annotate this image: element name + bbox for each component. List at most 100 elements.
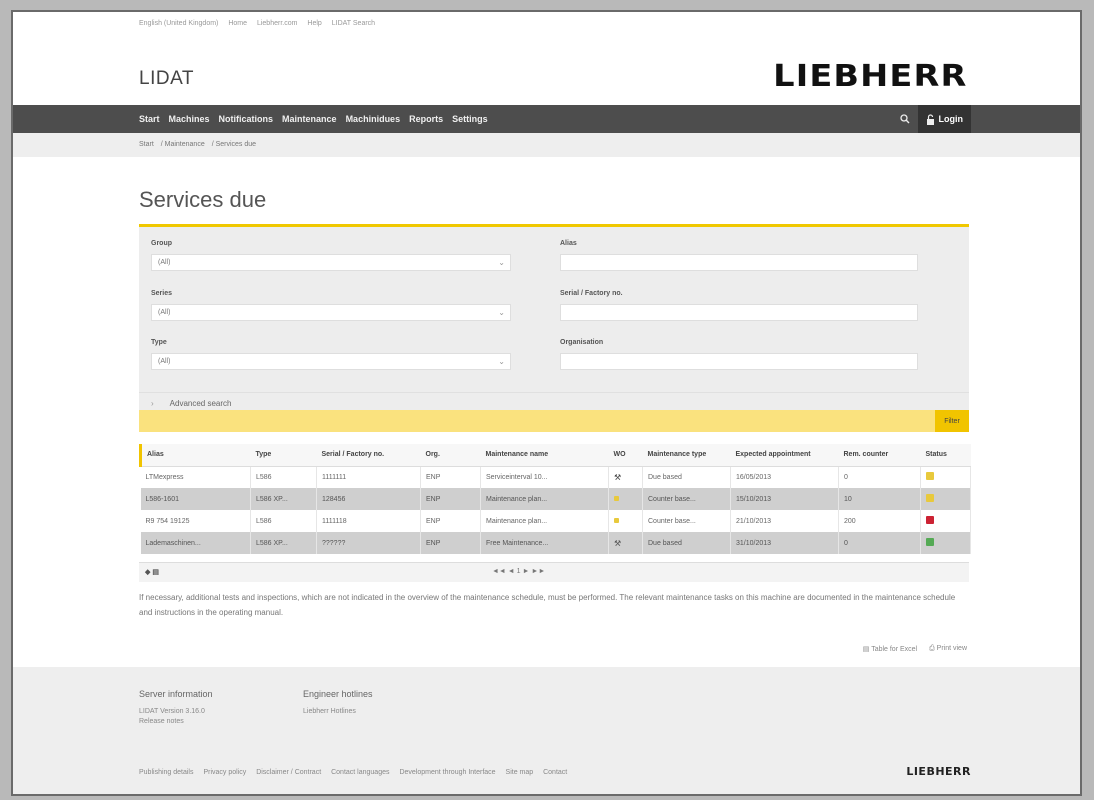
col-alias[interactable]: Alias	[139, 444, 251, 467]
col-type[interactable]: Type	[250, 444, 317, 467]
breadcrumb-current: / Services due	[211, 141, 257, 148]
cell-alias[interactable]: Lademaschinen...	[140, 532, 251, 554]
footer-link[interactable]: Contact	[543, 769, 567, 776]
col-serial[interactable]: Serial / Factory no.	[316, 444, 421, 467]
hotlines-link[interactable]: Liebherr Hotlines	[303, 708, 373, 715]
col-wo[interactable]: WO	[608, 444, 643, 467]
cell-alias[interactable]: R9 754 19125	[140, 510, 251, 532]
nav-item-settings[interactable]: Settings	[452, 114, 488, 124]
page-footer: Server information LIDAT Version 3.16.0 …	[13, 667, 1080, 794]
nav-item-start[interactable]: Start	[139, 114, 160, 124]
cell-alias[interactable]: LTMexpress	[140, 466, 251, 488]
wo-cell[interactable]	[608, 510, 643, 532]
alias-input[interactable]	[560, 254, 918, 271]
nav-item-machines[interactable]: Machines	[169, 114, 210, 124]
cell-expected-appointment: 21/10/2013	[730, 510, 839, 532]
table-row[interactable]: LTMexpress L586 1111111 ENP Serviceinter…	[140, 466, 971, 488]
services-table: Alias Type Serial / Factory no. Org. Mai…	[139, 444, 971, 568]
main-navigation: Start Machines Notifications Maintenance…	[13, 105, 1080, 133]
print-view-link[interactable]: ⎙ Print view	[929, 645, 967, 653]
counter-marker-icon	[614, 517, 619, 523]
status-indicator	[926, 538, 934, 546]
cell-rem-counter: 200	[838, 510, 921, 532]
nav-item-machinidues[interactable]: Machinidues	[346, 114, 401, 124]
wrench-icon[interactable]: ⚒	[608, 532, 643, 554]
table-row[interactable]: Lademaschinen... L586 XP... ?????? ENP F…	[140, 532, 971, 554]
footer-logo[interactable]: LIEBHERR	[906, 765, 971, 778]
nav-item-notifications[interactable]: Notifications	[219, 114, 274, 124]
nav-item-maintenance[interactable]: Maintenance	[282, 114, 337, 124]
cell-org: ENP	[420, 466, 481, 488]
col-rem-counter[interactable]: Rem. counter	[838, 444, 921, 467]
lock-icon	[926, 113, 934, 125]
cell-org: ENP	[420, 510, 481, 532]
breadcrumb-maintenance[interactable]: / Maintenance	[161, 141, 205, 148]
col-org[interactable]: Org.	[420, 444, 481, 467]
type-select-value: (All)	[158, 358, 171, 365]
organisation-input[interactable]	[560, 353, 918, 370]
cell-status	[920, 488, 971, 510]
cell-serial: 1111118	[316, 510, 421, 532]
organisation-label: Organisation	[560, 339, 604, 346]
nav-item-reports[interactable]: Reports	[409, 114, 443, 124]
cell-alias[interactable]: L586-1601	[140, 488, 251, 510]
footer-link[interactable]: Privacy policy	[203, 769, 246, 776]
col-maintenance-name[interactable]: Maintenance name	[480, 444, 609, 467]
type-select[interactable]: (All) ⌄	[151, 353, 511, 370]
footer-link[interactable]: Contact languages	[331, 769, 389, 776]
advanced-search-label: Advanced search	[169, 398, 232, 408]
excel-export-label: Table for Excel	[871, 646, 918, 653]
chevron-down-icon: ⌄	[498, 258, 505, 267]
table-row[interactable]: L586-1601 L586 XP... 128456 ENP Maintena…	[140, 488, 971, 510]
wo-cell[interactable]	[608, 488, 643, 510]
footer-link[interactable]: Development through Interface	[399, 769, 495, 776]
cell-rem-counter: 0	[838, 532, 921, 554]
liebherr-com-link[interactable]: Liebherr.com	[257, 20, 297, 27]
cell-maintenance-name: Maintenance plan...	[480, 488, 609, 510]
table-row[interactable]: R9 754 19125 L586 1111118 ENP Maintenanc…	[140, 510, 971, 532]
cell-serial: 1111111	[316, 466, 421, 488]
table-header-row: Alias Type Serial / Factory no. Org. Mai…	[139, 444, 971, 467]
series-select[interactable]: (All) ⌄	[151, 304, 511, 321]
series-label: Series	[151, 290, 173, 297]
group-select[interactable]: (All) ⌄	[151, 254, 511, 271]
home-link[interactable]: Home	[228, 20, 247, 27]
cell-expected-appointment: 31/10/2013	[730, 532, 839, 554]
col-status[interactable]: Status	[920, 444, 971, 467]
liebherr-logo[interactable]: LIEBHERR	[773, 59, 967, 94]
lidat-search-link[interactable]: LIDAT Search	[332, 20, 375, 27]
help-link[interactable]: Help	[307, 20, 321, 27]
cell-maintenance-type: Due based	[642, 466, 731, 488]
cell-status	[920, 532, 971, 554]
cell-status	[920, 466, 971, 488]
serial-input[interactable]	[560, 304, 918, 321]
filter-bar: Filter	[139, 410, 969, 432]
footer-heading: Engineer hotlines	[303, 689, 373, 699]
login-button[interactable]: Login	[917, 105, 971, 133]
footer-links: Publishing details Privacy policy Discla…	[139, 769, 575, 776]
excel-export-link[interactable]: ▤ Table for Excel	[863, 645, 917, 653]
footer-link[interactable]: Publishing details	[139, 769, 193, 776]
counter-marker-icon	[614, 495, 619, 501]
wrench-icon[interactable]: ⚒	[608, 466, 643, 488]
release-notes-link[interactable]: Release notes	[139, 718, 213, 725]
breadcrumb-start[interactable]: Start	[139, 141, 154, 148]
pagination[interactable]: ◄◄ ◄ 1 ► ►►	[492, 568, 545, 575]
cell-status	[920, 510, 971, 532]
cell-type: L586	[250, 510, 317, 532]
search-icon[interactable]	[892, 105, 918, 133]
col-expected-appointment[interactable]: Expected appointment	[730, 444, 839, 467]
app-title[interactable]: LIDAT	[139, 68, 194, 90]
table-actions[interactable]: ◆ ▤	[145, 568, 159, 576]
language-link[interactable]: English (United Kingdom)	[139, 20, 218, 27]
chevron-down-icon: ⌄	[498, 308, 505, 317]
type-label: Type	[151, 339, 167, 346]
cell-maintenance-name: Maintenance plan...	[480, 510, 609, 532]
col-maintenance-type[interactable]: Maintenance type	[642, 444, 731, 467]
cell-rem-counter: 0	[838, 466, 921, 488]
footer-link[interactable]: Disclaimer / Contract	[256, 769, 321, 776]
footer-link[interactable]: Site map	[506, 769, 534, 776]
breadcrumb: Start / Maintenance / Services due	[139, 141, 261, 148]
cell-maintenance-name: Serviceinterval 10...	[480, 466, 609, 488]
filter-button[interactable]: Filter	[935, 410, 969, 432]
